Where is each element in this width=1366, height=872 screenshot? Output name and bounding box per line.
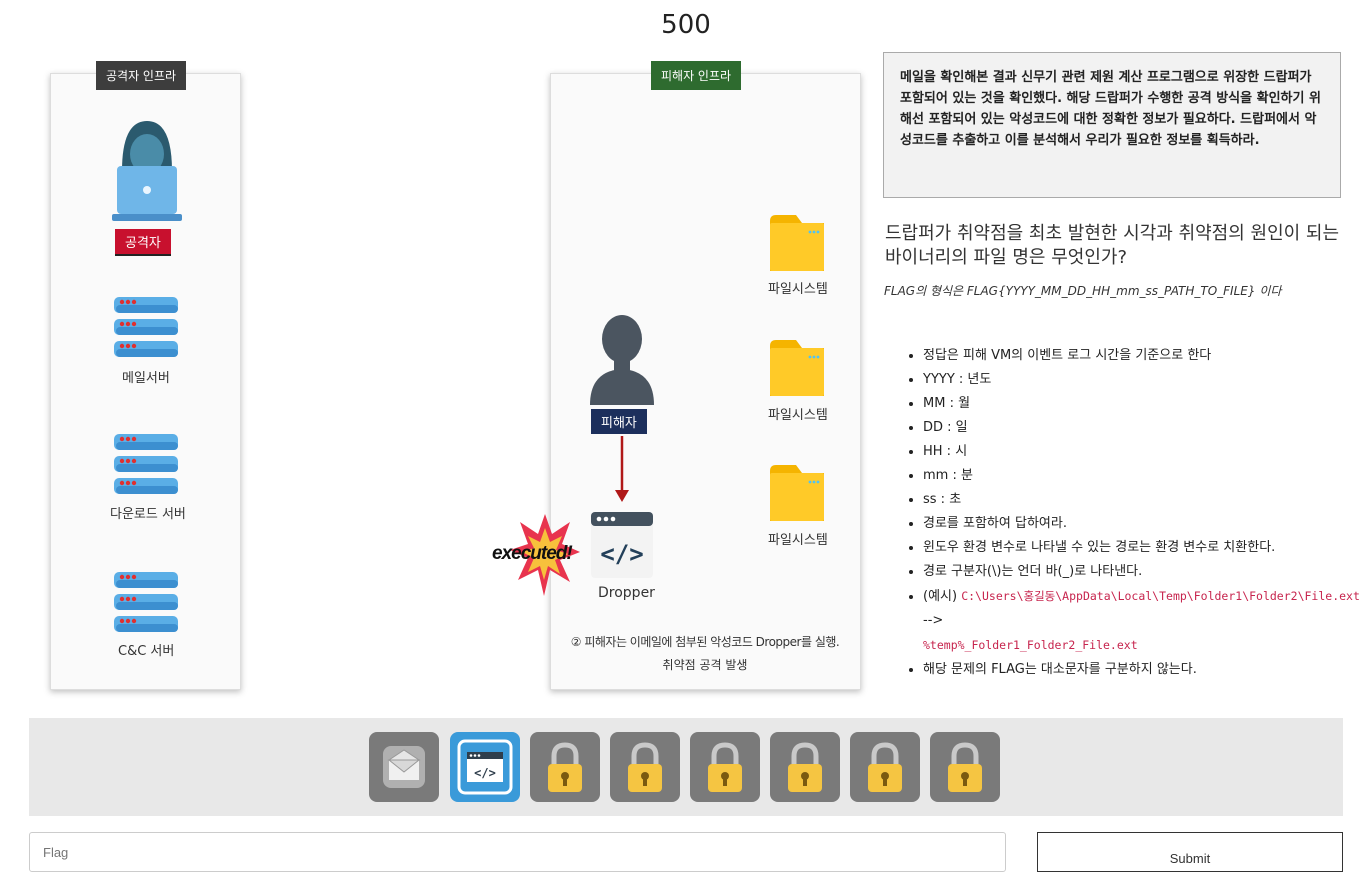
lock-icon	[868, 742, 902, 792]
hacker-icon	[112, 121, 182, 221]
svg-text:</>: </>	[474, 766, 496, 780]
stage-button-locked-4[interactable]	[610, 732, 680, 802]
cc-server-icon	[114, 572, 178, 632]
example-prefix: (예시)	[923, 589, 962, 604]
filesystem-label-3: 파일시스템	[768, 533, 828, 548]
flag-format-note: FLAG의 형식은 FLAG{YYYY_MM_DD_HH_mm_ss_PATH_…	[884, 284, 1282, 298]
lock-icon	[948, 742, 982, 792]
example-converted-path: %temp%_Folder1_Folder2_File.ext	[923, 638, 1138, 652]
scenario-description: 메일을 확인해본 결과 신무기 관련 제원 계산 프로그램으로 위장한 드랍퍼가…	[883, 52, 1341, 198]
list-item: DD : 일	[923, 416, 1363, 440]
folder-icon	[770, 215, 824, 271]
list-item: 경로 구분자(\)는 언더 바(_)로 나타낸다.	[923, 560, 1363, 584]
download-server-icon	[114, 434, 178, 494]
code-window-icon: </>	[591, 512, 653, 578]
stage-button-mail[interactable]	[369, 732, 439, 802]
lock-icon	[708, 742, 742, 792]
example-original-path: C:\Users\홍길동\AppData\Local\Temp\Folder1\…	[961, 589, 1360, 603]
list-item: YYYY : 년도	[923, 368, 1363, 392]
lock-icon	[548, 742, 582, 792]
challenge-score: 500	[661, 10, 711, 40]
submit-button[interactable]: Submit	[1037, 832, 1343, 872]
list-item: 정답은 피해 VM의 이벤트 로그 시간을 기준으로 한다	[923, 344, 1363, 368]
example-arrow: -->	[923, 613, 944, 628]
mail-server-icon	[114, 297, 178, 357]
stage-button-dropper[interactable]: </>	[450, 732, 520, 802]
filesystem-label-1: 파일시스템	[768, 282, 828, 297]
victim-infra-tag: 피해자 인프라	[651, 61, 742, 90]
question-text: 드랍퍼가 취약점을 최초 발현한 시각과 취약점의 원인이 되는 바이너리의 파…	[885, 223, 1340, 268]
diagram-caption-line2: 취약점 공격 발생	[662, 658, 748, 672]
rules-list: 정답은 피해 VM의 이벤트 로그 시간을 기준으로 한다 YYYY : 년도 …	[905, 344, 1363, 682]
victim-person-icon	[590, 315, 654, 405]
svg-text:</>: </>	[600, 540, 643, 568]
list-item: ss : 초	[923, 488, 1363, 512]
cc-server-label: C&C 서버	[118, 644, 175, 659]
lock-icon	[788, 742, 822, 792]
attacker-infra-tag: 공격자 인프라	[96, 61, 187, 90]
list-item: mm : 분	[923, 464, 1363, 488]
lock-icon	[628, 742, 662, 792]
attacker-badge: 공격자	[115, 229, 171, 256]
mail-server-label: 메일서버	[122, 371, 170, 386]
stage-button-locked-8[interactable]	[930, 732, 1000, 802]
victim-badge: 피해자	[591, 409, 647, 434]
stage-button-locked-5[interactable]	[690, 732, 760, 802]
filesystem-label-2: 파일시스템	[768, 408, 828, 423]
folder-icon	[770, 465, 824, 521]
download-server-label: 다운로드 서버	[110, 507, 186, 522]
folder-icon	[770, 340, 824, 396]
stage-button-locked-7[interactable]	[850, 732, 920, 802]
stage-button-locked-6[interactable]	[770, 732, 840, 802]
executed-label: executed!	[492, 543, 573, 564]
flag-input[interactable]	[29, 832, 1006, 872]
list-item: 해당 문제의 FLAG는 대소문자를 구분하지 않는다.	[923, 658, 1363, 682]
list-item: MM : 월	[923, 392, 1363, 416]
stage-selector-bar: </>	[29, 718, 1343, 816]
code-window-icon: </>	[457, 739, 513, 795]
list-item: 윈도우 환경 변수로 나타낼 수 있는 경로는 환경 변수로 치환한다.	[923, 536, 1363, 560]
diagram-caption-line1: ② 피해자는 이메일에 첨부된 악성코드 Dropper를 실행.	[570, 635, 840, 649]
down-arrow-icon	[615, 436, 629, 502]
list-item: HH : 시	[923, 440, 1363, 464]
example-item: (예시) C:\Users\홍길동\AppData\Local\Temp\Fol…	[923, 584, 1363, 658]
list-item: 경로를 포함하여 답하여라.	[923, 512, 1363, 536]
stage-button-locked-3[interactable]	[530, 732, 600, 802]
mail-icon	[383, 746, 425, 788]
dropper-label: Dropper	[598, 585, 655, 601]
